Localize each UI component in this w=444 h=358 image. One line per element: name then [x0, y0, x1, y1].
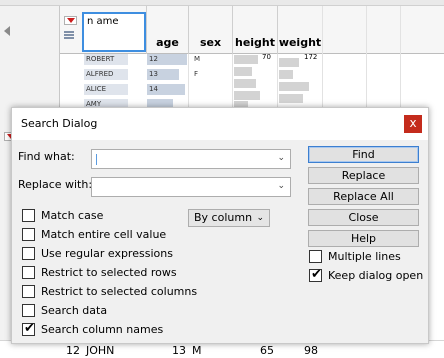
checkbox-box: ✔ — [309, 267, 322, 282]
chevron-down-icon[interactable]: ⌄ — [277, 153, 285, 163]
column-header-age[interactable]: age — [146, 6, 188, 54]
match-case-checkbox[interactable]: Match case — [22, 208, 192, 224]
height-bar — [234, 55, 258, 64]
chevron-down-icon: ⌄ — [256, 213, 264, 223]
table-cell-name[interactable]: JOHN — [86, 344, 114, 357]
checkbox-box — [22, 266, 35, 279]
match-entire-cell-label: Match entire cell value — [41, 228, 167, 241]
rows-list-icon — [64, 31, 74, 41]
dialog-titlebar[interactable]: Search Dialog x — [12, 108, 428, 140]
weight-bar — [279, 82, 309, 91]
restrict-selected-rows-label: Restrict to selected rows — [41, 266, 177, 279]
table-cell-name[interactable]: ROBERT — [84, 54, 128, 65]
find-what-combobox[interactable]: ⌄ — [91, 149, 291, 169]
restrict-selected-rows-checkbox[interactable]: Restrict to selected rows — [22, 265, 202, 281]
dialog-title: Search Dialog — [21, 117, 98, 130]
checkbox-box — [22, 285, 35, 298]
column-header-weight[interactable]: weight — [277, 6, 322, 54]
search-dialog: Search Dialog x Find what: ⌄ Replace wit… — [11, 107, 429, 344]
table-menu-red-triangle-icon[interactable] — [64, 16, 77, 25]
height-bar — [234, 67, 252, 76]
weight-bar — [279, 94, 303, 103]
search-data-checkbox[interactable]: Search data — [22, 303, 142, 319]
table-cell-name[interactable]: ALFRED — [84, 69, 128, 80]
checkbox-box — [22, 209, 35, 222]
column-header-sex-label: sex — [199, 36, 222, 49]
table-cell-height[interactable]: 65 — [260, 344, 274, 357]
replace-button[interactable]: Replace — [308, 167, 419, 184]
table-cell-name[interactable]: ALICE — [84, 84, 128, 95]
table-cell-age[interactable] — [147, 99, 173, 107]
checkbox-box: ✔ — [22, 321, 35, 336]
table-cell-weight[interactable]: 172 — [304, 53, 317, 61]
help-button[interactable]: Help — [308, 230, 419, 247]
find-what-label: Find what: — [18, 150, 75, 163]
checkbox-box — [22, 304, 35, 317]
checkbox-box — [22, 247, 35, 260]
search-data-label: Search data — [41, 304, 108, 317]
table-cell-sex[interactable]: M — [192, 344, 202, 357]
restrict-selected-columns-label: Restrict to selected columns — [41, 285, 198, 298]
table-cell-sex[interactable]: M — [192, 54, 200, 65]
column-header-weight-label: weight — [278, 36, 322, 49]
chevron-down-icon[interactable]: ⌄ — [277, 181, 285, 191]
table-cell-height[interactable]: 70 — [262, 53, 271, 61]
table-cell-age[interactable]: 14 — [147, 84, 185, 95]
search-column-names-checkbox[interactable]: ✔ Search column names — [22, 321, 182, 338]
find-button[interactable]: Find — [308, 146, 419, 163]
regex-checkbox[interactable]: Use regular expressions — [22, 246, 202, 262]
column-header-height-label: height — [234, 36, 276, 49]
text-cursor — [96, 154, 97, 165]
table-cell-age[interactable]: 12 — [147, 54, 187, 65]
search-scope-dropdown[interactable]: By column ⌄ — [188, 209, 270, 227]
multiple-lines-checkbox[interactable]: Multiple lines — [309, 249, 419, 265]
regex-label: Use regular expressions — [41, 247, 173, 260]
table-cell-name[interactable]: AMY — [84, 99, 128, 108]
table-cell-sex[interactable]: F — [192, 69, 198, 80]
checkbox-box — [309, 250, 322, 263]
table-cell-age[interactable]: 13 — [172, 344, 186, 357]
replace-with-combobox[interactable]: ⌄ — [91, 177, 291, 197]
height-bar — [234, 91, 260, 100]
replace-all-button[interactable]: Replace All — [308, 188, 419, 205]
keep-dialog-open-label: Keep dialog open — [328, 269, 424, 282]
collapse-triangle-icon[interactable] — [4, 26, 10, 36]
height-bar — [234, 79, 256, 88]
replace-with-label: Replace with: — [18, 178, 93, 191]
column-header-age-label: age — [156, 36, 179, 49]
weight-bar — [279, 70, 293, 79]
column-header-sex[interactable]: sex — [188, 6, 232, 54]
restrict-selected-columns-checkbox[interactable]: Restrict to selected columns — [22, 284, 212, 300]
table-cell-age[interactable]: 13 — [147, 69, 179, 80]
weight-bar — [279, 58, 299, 67]
row-number: 12 — [66, 344, 80, 357]
match-entire-cell-checkbox[interactable]: Match entire cell value — [22, 227, 202, 243]
search-column-names-label: Search column names — [41, 323, 164, 336]
keep-dialog-open-checkbox[interactable]: ✔ Keep dialog open — [309, 267, 427, 284]
close-button[interactable]: Close — [308, 209, 419, 226]
column-header-name[interactable]: n ame — [82, 12, 146, 52]
match-case-label: Match case — [41, 209, 104, 222]
multiple-lines-label: Multiple lines — [328, 250, 401, 263]
column-header-height[interactable]: height — [232, 6, 277, 54]
search-scope-value: By column — [194, 211, 253, 224]
column-header-name-label: n ame — [87, 16, 119, 27]
table-cell-weight[interactable]: 98 — [304, 344, 318, 357]
checkbox-box — [22, 228, 35, 241]
close-icon[interactable]: x — [404, 115, 422, 133]
